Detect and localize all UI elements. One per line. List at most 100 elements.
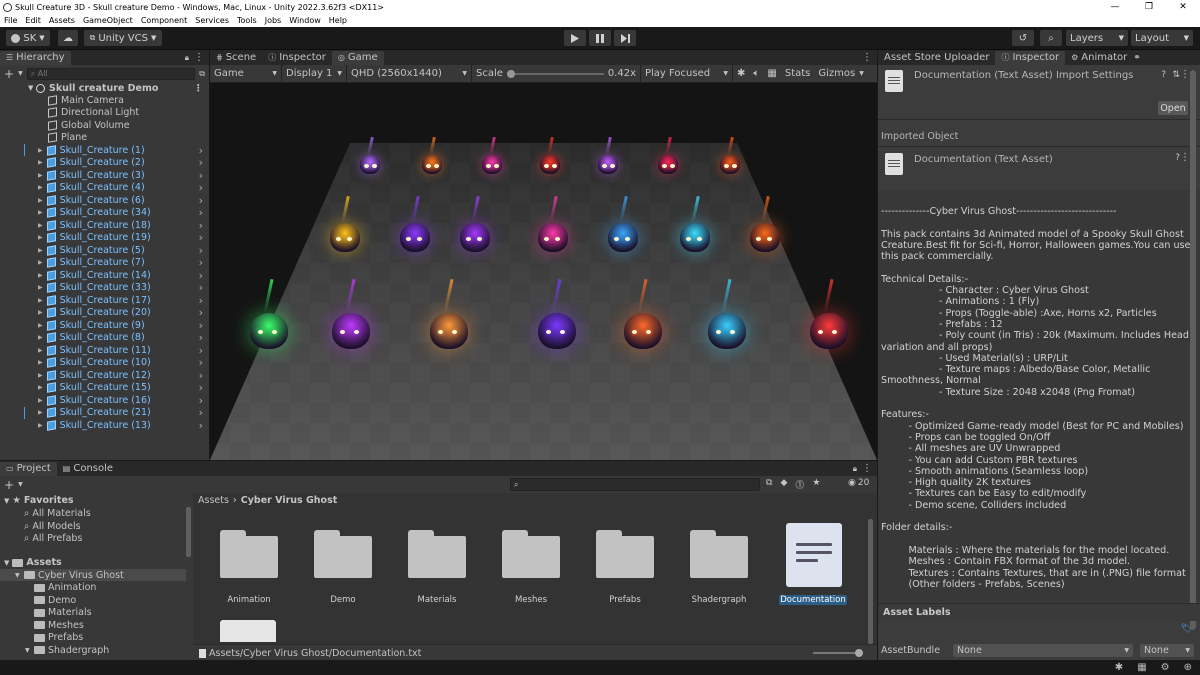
hierarchy-item[interactable]: ▶ Skull_Creature (20) › — [0, 306, 209, 319]
expand-arrow-icon[interactable]: ▶ — [38, 409, 43, 416]
folder-icon[interactable] — [690, 530, 748, 578]
chevron-right-icon[interactable]: › — [199, 306, 203, 319]
add-icon[interactable]: + — [4, 67, 14, 81]
scale-slider[interactable]: Scale 0.42x — [472, 65, 641, 82]
folder-icon[interactable] — [502, 530, 560, 578]
tab-project[interactable]: ▭ Project — [0, 461, 57, 476]
scene-row[interactable]: ▼ Skull creature Demo ⋮ — [0, 82, 209, 94]
play-button[interactable] — [564, 30, 586, 46]
expand-arrow-icon[interactable]: ▶ — [38, 359, 43, 366]
menu-file[interactable]: File — [0, 16, 21, 25]
tree-item[interactable]: Animation — [0, 582, 186, 594]
hierarchy-item[interactable]: ▶ Skull_Creature (7) › — [0, 256, 209, 269]
hierarchy-item[interactable]: ▶ Skull_Creature (2) › — [0, 156, 209, 169]
chevron-right-icon[interactable]: › — [199, 256, 203, 269]
chevron-right-icon[interactable]: › — [199, 181, 203, 194]
kebab-menu-icon[interactable]: ⋮ — [1180, 69, 1190, 80]
filter-icon[interactable]: ⧉ — [199, 69, 205, 79]
tree-item[interactable]: Prefabs — [0, 632, 186, 644]
expand-arrow-icon[interactable]: ▶ — [38, 384, 43, 391]
vcs-dropdown[interactable]: ⧉ Unity VCS ▼ — [84, 30, 162, 46]
filter-type-icon[interactable]: ⧉ — [766, 478, 772, 491]
expand-arrow-icon[interactable]: ▶ — [38, 259, 43, 266]
chevron-right-icon[interactable]: › — [199, 294, 203, 307]
hierarchy-item[interactable]: ▶ Skull_Creature (33) › — [0, 281, 209, 294]
tree-item[interactable]: Meshes — [0, 619, 186, 631]
expand-arrow-icon[interactable]: ▶ — [38, 234, 43, 241]
expand-arrow-icon[interactable]: ▶ — [38, 197, 43, 204]
settings-icon[interactable]: ⚙ — [1161, 662, 1170, 673]
favorites-header[interactable]: ▼ ★ Favorites — [4, 495, 74, 506]
expand-arrow-icon[interactable]: ▶ — [38, 159, 43, 166]
menu-window[interactable]: Window — [285, 16, 325, 25]
layers-dropdown[interactable]: Layers ▼ — [1066, 30, 1128, 46]
favorite-item[interactable]: ⌕ All Models — [24, 521, 81, 532]
chevron-down-icon[interactable]: ▼ — [859, 70, 864, 77]
chevron-right-icon[interactable]: › — [199, 206, 203, 219]
alert-icon[interactable]: ⓵ — [795, 478, 804, 491]
expand-arrow-icon[interactable]: ▶ — [38, 172, 43, 179]
close-button[interactable]: ✕ — [1166, 0, 1200, 14]
chevron-right-icon[interactable]: › — [199, 406, 203, 419]
menu-tools[interactable]: Tools — [233, 16, 261, 25]
folder-icon[interactable] — [596, 530, 654, 578]
favorite-item[interactable]: ⌕ All Materials — [24, 508, 91, 519]
kebab-menu-icon[interactable]: ⋮ — [857, 463, 877, 474]
favorite-icon[interactable]: ★ — [812, 478, 820, 491]
tree-item[interactable]: Demo — [0, 594, 186, 606]
hierarchy-search-input[interactable]: ⌕ All — [26, 67, 196, 80]
project-search-input[interactable]: ⌕ — [510, 478, 760, 491]
hierarchy-item[interactable]: ▶ Skull_Creature (18) › — [0, 219, 209, 232]
expand-arrow-icon[interactable]: ▶ — [38, 397, 43, 404]
kebab-menu-icon[interactable]: ⋮ — [194, 83, 204, 94]
kebab-menu-icon[interactable]: ⋮ — [1180, 152, 1190, 163]
expand-arrow-icon[interactable]: ▶ — [38, 372, 43, 379]
hierarchy-item[interactable]: ▶ Skull_Creature (12) › — [0, 369, 209, 382]
expand-arrow-icon[interactable]: ▶ — [38, 334, 43, 341]
kebab-menu-icon[interactable]: ⋮ — [189, 52, 209, 63]
hierarchy-item[interactable]: ▶ Skull_Creature (17) › — [0, 294, 209, 307]
expand-arrow-icon[interactable]: ▶ — [38, 272, 43, 279]
grid-icon[interactable]: ▦ — [1137, 662, 1146, 673]
tab-console[interactable]: ▤ Console — [57, 462, 119, 476]
menu-services[interactable]: Services — [191, 16, 233, 25]
asset-item-label[interactable]: Documentation — [779, 595, 847, 605]
hierarchy-item[interactable]: ▶ Skull_Creature (9) › — [0, 319, 209, 332]
tab-inspector[interactable]: ⓘ Inspector — [995, 50, 1066, 65]
game-viewport[interactable] — [210, 83, 877, 460]
asset-item-label[interactable]: Prefabs — [580, 595, 670, 605]
menu-component[interactable]: Component — [137, 16, 191, 25]
expand-arrow-icon[interactable]: ▶ — [38, 184, 43, 191]
more-tabs-icon[interactable]: ⚭ — [1133, 53, 1141, 63]
asset-item-label[interactable]: Meshes — [486, 595, 576, 605]
history-button[interactable]: ↺ — [1012, 30, 1034, 46]
help-icon[interactable]: ? — [1161, 70, 1166, 80]
expand-arrow-icon[interactable]: ▶ — [38, 347, 43, 354]
tab-game[interactable]: ◎ Game — [331, 50, 384, 65]
play-mode-dropdown[interactable]: Play Focused ▼ — [641, 65, 733, 82]
expand-arrow-icon[interactable]: ▶ — [38, 222, 43, 229]
asset-item-label[interactable]: Shadergraph — [674, 595, 764, 605]
chevron-right-icon[interactable]: › — [199, 144, 203, 157]
chevron-right-icon[interactable]: › — [199, 219, 203, 232]
globe-icon[interactable]: ⊕ — [1184, 662, 1192, 673]
hierarchy-item[interactable]: ▶ Skull_Creature (6) › — [0, 194, 209, 207]
hierarchy-item[interactable]: ▶ Skull_Creature (34) › — [0, 206, 209, 219]
expand-arrow-icon[interactable]: ▶ — [38, 247, 43, 254]
expand-arrow-icon[interactable]: ▶ — [38, 309, 43, 316]
chevron-right-icon[interactable]: › — [199, 319, 203, 332]
scale-track[interactable] — [506, 69, 604, 78]
inspector-scrollbar[interactable] — [1190, 70, 1196, 630]
hierarchy-item[interactable]: Directional Light — [0, 107, 209, 120]
expand-arrow-icon[interactable]: ▼ — [15, 572, 20, 579]
asset-item-label[interactable]: Materials — [392, 595, 482, 605]
assets-header[interactable]: ▼ Assets — [4, 557, 62, 568]
add-icon[interactable]: + — [4, 478, 14, 492]
preset-icon[interactable]: ⇅ — [1172, 70, 1180, 80]
assetbundle-dropdown[interactable]: None ▼ — [953, 643, 1133, 657]
hierarchy-item[interactable]: Global Volume — [0, 119, 209, 132]
tab-hierarchy[interactable]: ☰ Hierarchy — [0, 50, 71, 65]
chevron-right-icon[interactable]: › — [199, 381, 203, 394]
step-button[interactable] — [614, 30, 636, 46]
menu-edit[interactable]: Edit — [21, 16, 45, 25]
